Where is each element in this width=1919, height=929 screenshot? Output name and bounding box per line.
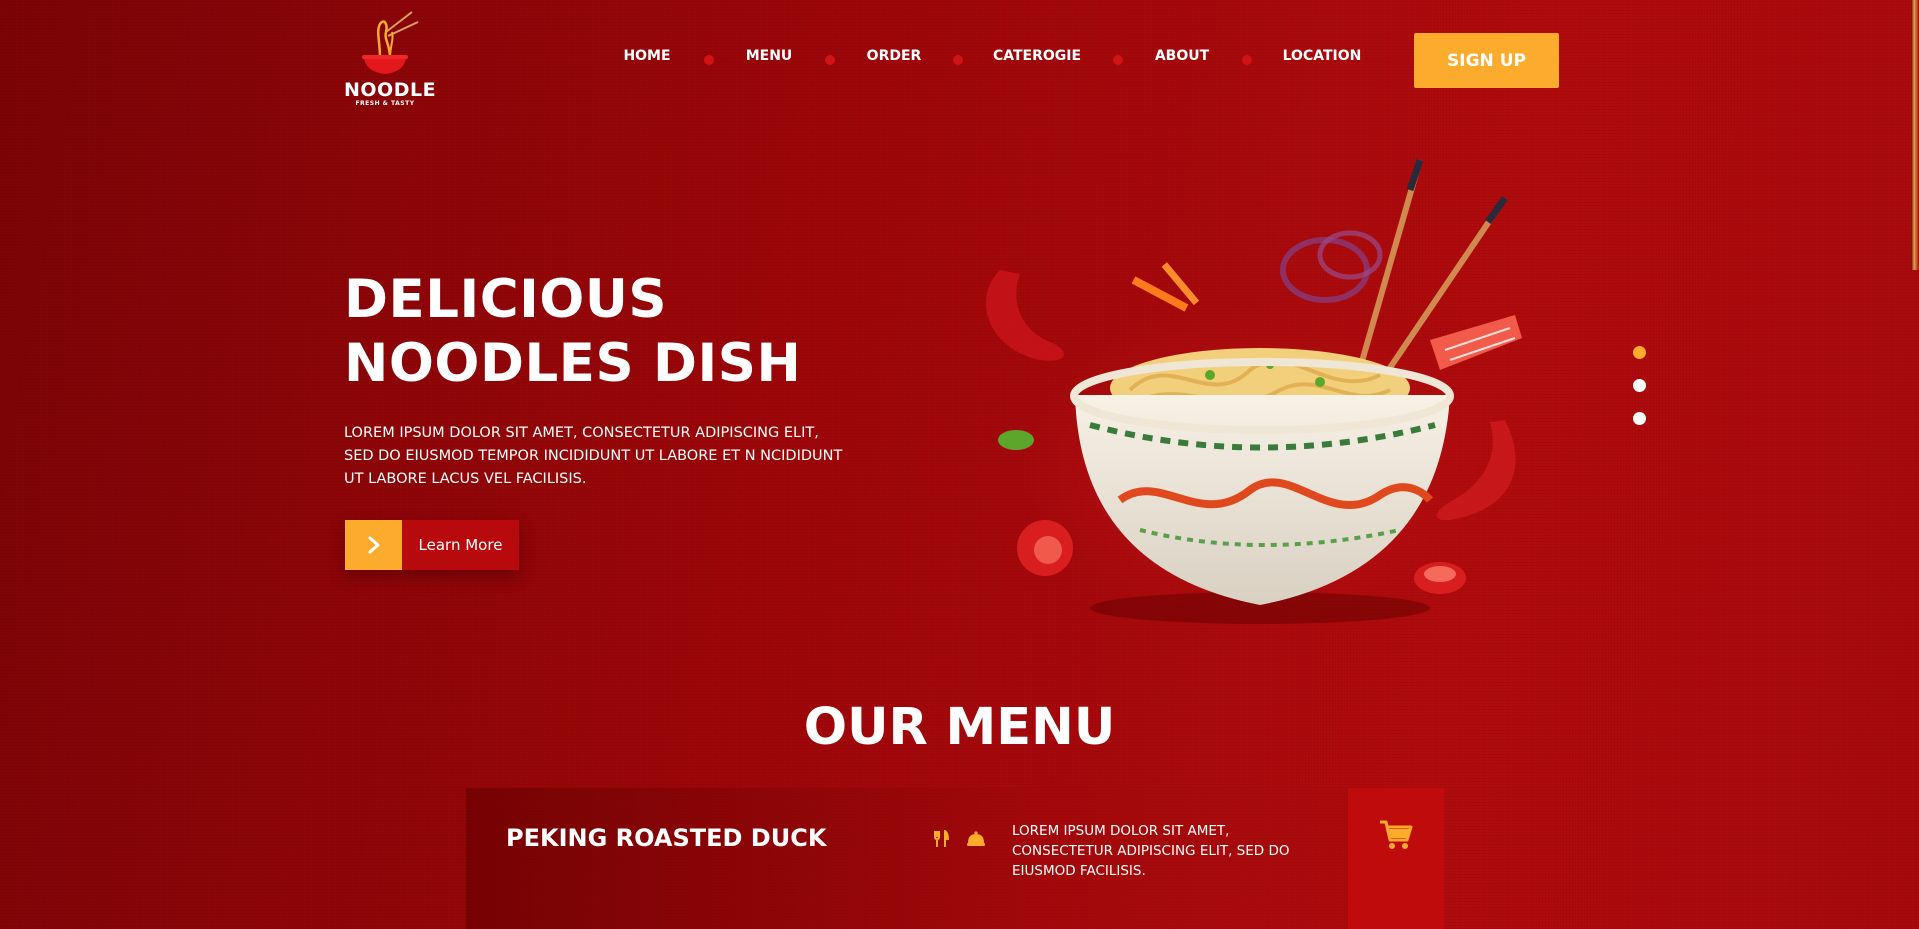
slider-dot-2[interactable]: [1633, 379, 1646, 392]
add-to-cart-button[interactable]: [1348, 788, 1444, 929]
hero-title-line1: DELICIOUS: [344, 269, 668, 330]
brand-tagline: FRESH & TASTY: [355, 100, 415, 107]
learn-more-label: Learn More: [402, 520, 519, 570]
slider-pagination: [1633, 346, 1646, 445]
chili-pepper-left: [985, 270, 1064, 361]
brand-name: NOODLE: [344, 79, 437, 101]
hero-title: DELICIOUS NOODLES DISH: [344, 268, 801, 396]
menu-item-description: LOREM IPSUM DOLOR SIT AMET, CONSECTETUR …: [1012, 823, 1290, 879]
nav-separator-dot: [1113, 55, 1123, 65]
nav-separator-dot: [704, 55, 714, 65]
nav-order[interactable]: ORDER: [867, 48, 922, 64]
menu-item-icons: [932, 830, 986, 848]
dish-cover-icon: [967, 831, 985, 846]
nav-separator-dot: [825, 55, 835, 65]
nav-home[interactable]: HOME: [623, 48, 670, 64]
chevron-right-icon: [368, 536, 379, 554]
menu-item-card[interactable]: PEKING ROASTED DUCK LOREM IPSUM DOLOR SI…: [466, 788, 1444, 929]
shopping-cart-icon: [1380, 820, 1413, 849]
fork-knife-icon: [934, 830, 950, 847]
slider-dot-1[interactable]: [1633, 346, 1646, 359]
green-pepper-slice: [998, 430, 1034, 450]
edge-noodle-strip: [1911, 0, 1919, 270]
nav-menu[interactable]: MENU: [746, 48, 793, 64]
hero-description: LOREM IPSUM DOLOR SIT AMET, CONSECTETUR …: [344, 425, 843, 487]
slider-dot-3[interactable]: [1633, 412, 1646, 425]
sign-up-button[interactable]: SIGN UP: [1414, 33, 1559, 88]
noodle-dish-image: [970, 158, 1550, 630]
learn-more-button[interactable]: Learn More: [345, 520, 519, 570]
menu-heading: OUR MENU: [803, 698, 1116, 757]
nav-separator-dot: [1242, 55, 1252, 65]
learn-more-arrow: [345, 520, 402, 570]
hero-title-line2: NOODLES DISH: [344, 333, 802, 394]
nav-about[interactable]: ABOUT: [1155, 48, 1209, 64]
main-nav: HOME MENU ORDER CATEROGIE ABOUT LOCATION: [0, 48, 1919, 72]
menu-item-name: PEKING ROASTED DUCK: [506, 824, 827, 852]
nav-categories[interactable]: CATEROGIE: [993, 48, 1081, 64]
nav-location[interactable]: LOCATION: [1283, 48, 1362, 64]
nav-separator-dot: [953, 55, 963, 65]
